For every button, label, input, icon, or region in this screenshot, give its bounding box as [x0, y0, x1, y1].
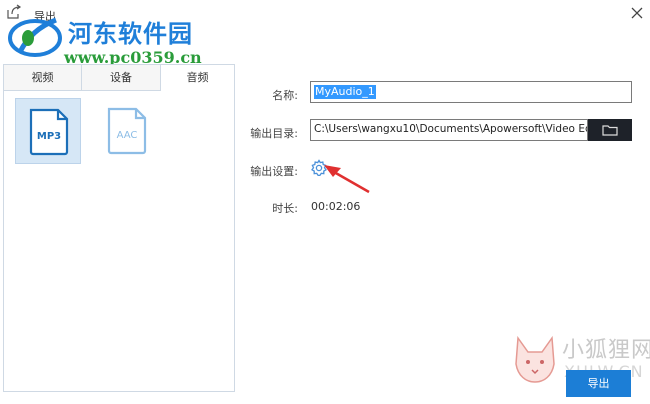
- aac-file-icon: AAC: [107, 107, 147, 155]
- close-icon[interactable]: [628, 4, 646, 22]
- format-aac[interactable]: AAC: [94, 98, 160, 164]
- folder-icon: [602, 125, 618, 136]
- output-dir-input[interactable]: C:\Users\wangxu10\Documents\Apowersoft\V…: [310, 119, 588, 141]
- annotation-arrow: [324, 165, 370, 194]
- format-mp3[interactable]: MP3: [15, 98, 81, 164]
- export-button[interactable]: 导出: [566, 370, 631, 397]
- format-aac-label: AAC: [117, 130, 138, 141]
- duration-label: 时长:: [272, 202, 298, 215]
- name-value: MyAudio_1: [314, 85, 376, 99]
- tab-video[interactable]: 视频: [4, 65, 82, 90]
- watermark-logo: [8, 17, 62, 57]
- output-dir-value: C:\Users\wangxu10\Documents\Apowersoft\V…: [314, 123, 588, 135]
- site-watermark: 河东软件园 www.pc0359.cn: [2, 10, 222, 70]
- format-panel: 视频 设备 音频 MP3 AAC: [3, 64, 235, 392]
- watermark-site-name: 河东软件园: [68, 19, 193, 48]
- mp3-file-icon: MP3: [29, 108, 69, 156]
- fox-logo-icon: [515, 335, 555, 383]
- format-mp3-label: MP3: [37, 131, 61, 142]
- browse-folder-button[interactable]: [588, 119, 632, 141]
- output-settings-label: 输出设置:: [250, 165, 298, 178]
- tab-device[interactable]: 设备: [82, 65, 161, 90]
- duration-value: 00:02:06: [311, 200, 361, 213]
- tab-audio[interactable]: 音频: [161, 65, 234, 91]
- output-dir-label: 输出目录:: [250, 127, 298, 140]
- name-label: 名称:: [272, 89, 298, 102]
- fox-watermark-text: 小狐狸网: [562, 338, 650, 363]
- name-input[interactable]: MyAudio_1: [310, 81, 632, 103]
- format-tabs: 视频 设备 音频: [4, 65, 234, 91]
